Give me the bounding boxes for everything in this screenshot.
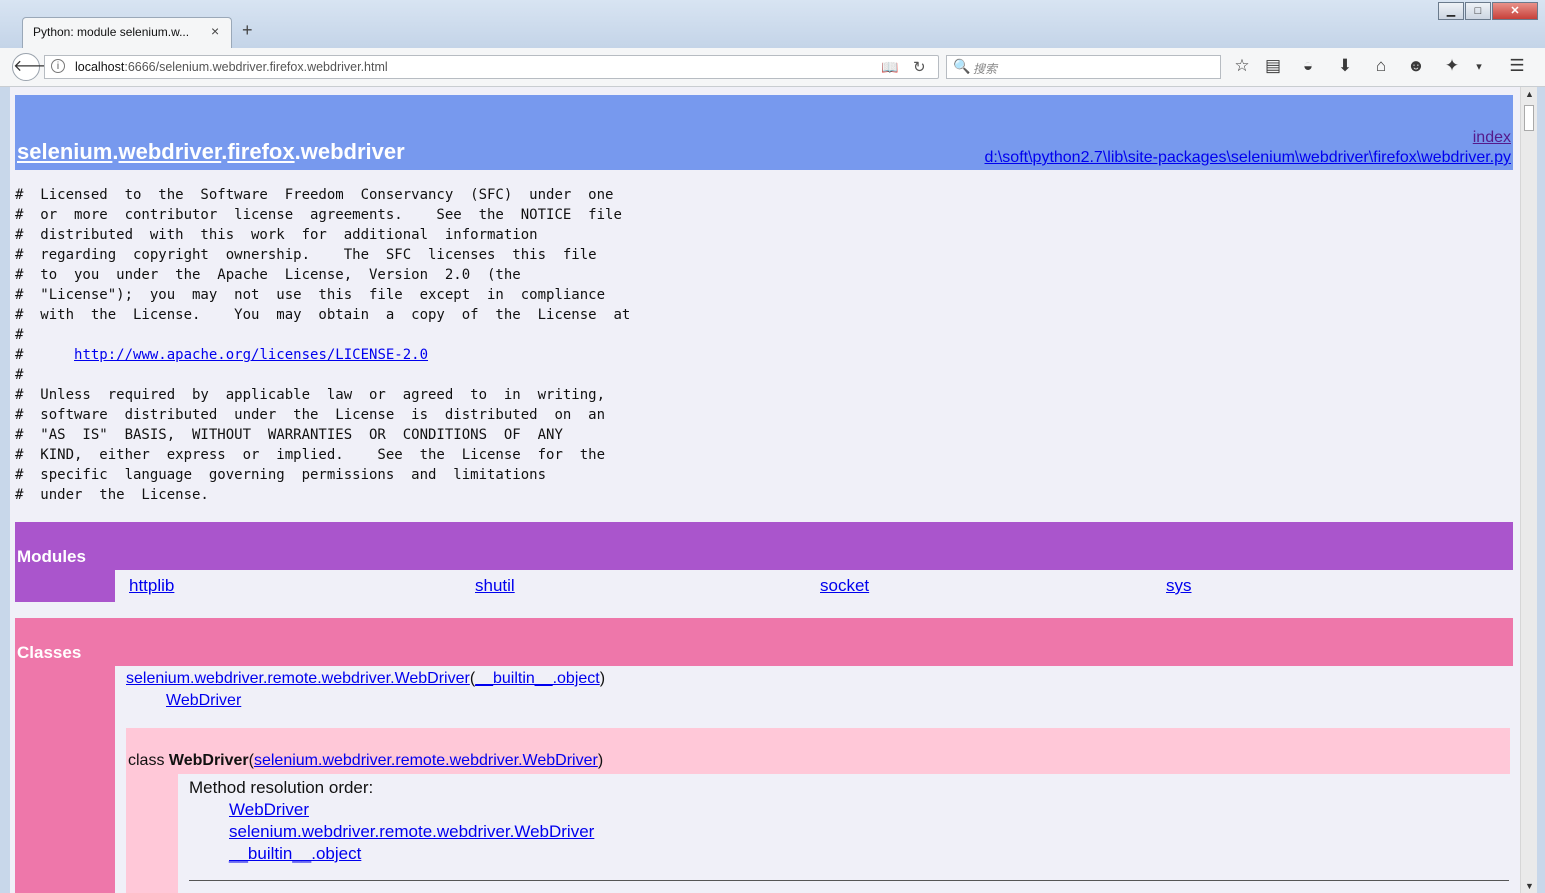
close-window-button[interactable]: ✕: [1492, 2, 1538, 20]
license-line: # Unless required by applicable law or a…: [15, 387, 606, 403]
title-link-webdriver[interactable]: webdriver: [119, 139, 222, 164]
license-line: # to you under the Apache License, Versi…: [15, 267, 521, 283]
mro-link-object[interactable]: __builtin__.object: [229, 844, 361, 864]
license-line: # KIND, either express or implied. See t…: [15, 447, 606, 463]
url-bar[interactable]: i localhost:6666/selenium.webdriver.fire…: [44, 55, 939, 79]
class-tree-base: selenium.webdriver.remote.webdriver.WebD…: [126, 670, 606, 687]
license-line: # "License"); you may not use this file …: [15, 287, 606, 303]
search-input[interactable]: 🔍 搜索: [946, 55, 1221, 79]
class-name: WebDriver: [168, 752, 249, 769]
modules-list: httplib shutil socket sys: [115, 570, 1513, 602]
module-link-sys[interactable]: sys: [1166, 576, 1192, 596]
license-line: # software distributed under the License…: [15, 407, 606, 423]
mro-link-remote-webdriver[interactable]: selenium.webdriver.remote.webdriver.WebD…: [229, 822, 594, 842]
scroll-thumb[interactable]: [1524, 105, 1534, 131]
title-module: webdriver: [300, 139, 405, 164]
index-link[interactable]: index: [1473, 129, 1511, 147]
scroll-up-icon[interactable]: ▲: [1525, 89, 1534, 99]
classes-section-header: Classes: [15, 618, 1513, 666]
class-keyword: class: [128, 752, 169, 769]
module-link-shutil[interactable]: shutil: [475, 576, 515, 596]
url-text[interactable]: localhost:6666/selenium.webdriver.firefo…: [75, 60, 388, 74]
extension-icon[interactable]: ✦: [1441, 56, 1463, 76]
license-line: # or more contributor license agreements…: [15, 207, 622, 223]
url-host: localhost: [75, 60, 125, 74]
tab-title: Python: module selenium.w...: [33, 25, 190, 39]
title-link-selenium[interactable]: selenium: [17, 139, 112, 164]
classes-side-bar: [15, 666, 115, 893]
mro-link-webdriver[interactable]: WebDriver: [229, 800, 309, 820]
license-line: #: [15, 367, 24, 383]
new-tab-icon[interactable]: +: [242, 20, 253, 41]
minimize-button[interactable]: ▁: [1438, 2, 1464, 20]
search-icon: 🔍: [953, 58, 971, 74]
reading-list-icon[interactable]: ▤: [1262, 56, 1284, 76]
classes-title: Classes: [17, 643, 82, 662]
license-line: # with the License. You may obtain a cop…: [15, 307, 631, 323]
license-text: # Licensed to the Software Freedom Conse…: [15, 185, 630, 505]
class-side-bar: [126, 774, 178, 893]
modules-side-bar: [15, 570, 115, 602]
modules-title: Modules: [17, 547, 86, 566]
feedback-icon[interactable]: ☻: [1405, 56, 1427, 76]
class-base-link[interactable]: selenium.webdriver.remote.webdriver.WebD…: [254, 752, 598, 769]
class-tree-child: WebDriver: [166, 692, 241, 710]
license-line: # Licensed to the Software Freedom Conse…: [15, 187, 614, 203]
vertical-scrollbar[interactable]: ▲ ▼: [1520, 87, 1537, 893]
page-viewport: selenium.webdriver.firefox.webdriver ind…: [10, 87, 1520, 893]
reader-view-icon[interactable]: 📖: [881, 59, 898, 76]
download-icon[interactable]: ⬇: [1334, 56, 1356, 76]
page-title: selenium.webdriver.firefox.webdriver: [17, 139, 405, 164]
navigation-toolbar: 🡐 i localhost:6666/selenium.webdriver.fi…: [0, 48, 1545, 87]
module-heading-bar: selenium.webdriver.firefox.webdriver ind…: [15, 95, 1513, 170]
overflow-icon[interactable]: ▾: [1468, 60, 1490, 73]
license-line: #: [15, 347, 75, 363]
module-link-httplib[interactable]: httplib: [129, 576, 174, 596]
source-file-link[interactable]: d:\soft\python2.7\lib\site-packages\sele…: [985, 149, 1511, 167]
home-icon[interactable]: ⌂: [1370, 56, 1392, 76]
bookmark-star-icon[interactable]: ☆: [1231, 56, 1253, 76]
license-line: # under the License.: [15, 487, 209, 503]
tab-close-icon[interactable]: ×: [211, 23, 219, 39]
reload-icon[interactable]: ↻: [913, 58, 926, 76]
title-bar: Python: module selenium.w... × + ▁ □ ✕: [0, 0, 1545, 48]
modules-section-header: Modules: [15, 522, 1513, 570]
scroll-down-icon[interactable]: ▼: [1525, 881, 1534, 891]
class-declaration-bar: class WebDriver(selenium.webdriver.remot…: [126, 728, 1510, 774]
tree-child-link[interactable]: WebDriver: [166, 692, 241, 709]
license-url-link[interactable]: http://www.apache.org/licenses/LICENSE-2…: [74, 347, 428, 363]
tree-object-link[interactable]: __builtin__.object: [475, 670, 600, 687]
license-line: #: [15, 327, 24, 343]
module-link-socket[interactable]: socket: [820, 576, 869, 596]
license-line: # distributed with this work for additio…: [15, 227, 538, 243]
mro-label: Method resolution order:: [189, 778, 374, 797]
divider: [189, 880, 1509, 881]
search-placeholder: 搜索: [973, 62, 998, 76]
browser-tab[interactable]: Python: module selenium.w... ×: [22, 17, 232, 48]
back-button[interactable]: 🡐: [12, 53, 56, 81]
url-path: :6666/selenium.webdriver.firefox.webdriv…: [124, 60, 388, 74]
title-link-firefox[interactable]: firefox: [227, 139, 294, 164]
tree-base-link[interactable]: selenium.webdriver.remote.webdriver.WebD…: [126, 670, 470, 687]
maximize-button[interactable]: □: [1465, 2, 1491, 20]
pocket-icon[interactable]: ◒: [1297, 56, 1319, 76]
classes-body: selenium.webdriver.remote.webdriver.WebD…: [115, 666, 1513, 893]
license-line: # specific language governing permission…: [15, 467, 547, 483]
license-line: # "AS IS" BASIS, WITHOUT WARRANTIES OR C…: [15, 427, 563, 443]
license-line: # regarding copyright ownership. The SFC…: [15, 247, 597, 263]
info-icon[interactable]: i: [51, 59, 65, 73]
class-declaration: class WebDriver(selenium.webdriver.remot…: [128, 752, 604, 769]
menu-icon[interactable]: ☰: [1506, 56, 1528, 76]
window-frame-edge: [1537, 87, 1545, 893]
